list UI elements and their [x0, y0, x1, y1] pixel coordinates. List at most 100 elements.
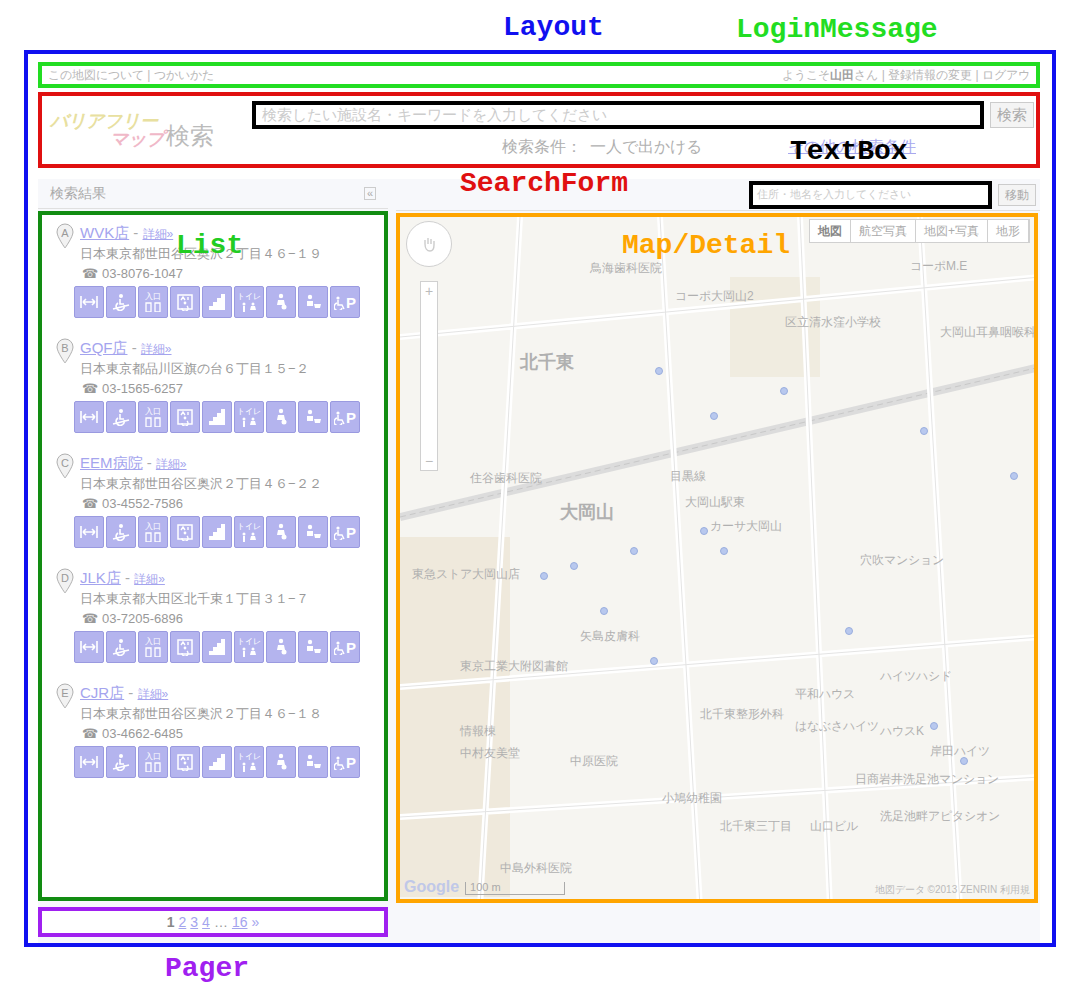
result-item: DJLK店 - 詳細»日本東京都大田区北千束１丁目３１−７☎03-7205-68… — [56, 568, 370, 683]
toilet-icon — [240, 647, 258, 657]
facility-icon: P — [330, 746, 360, 778]
facility-icon — [266, 401, 296, 433]
annotation-list: List — [176, 232, 243, 260]
go-button[interactable]: 移動 — [998, 184, 1036, 206]
pager-page[interactable]: 3 — [190, 912, 198, 933]
map-label: 鳥海歯科医院 — [590, 259, 662, 277]
map-label: 中原医院 — [570, 752, 618, 770]
facility-icon: 入口 — [138, 516, 168, 548]
map-type-button[interactable]: 地形 — [988, 220, 1029, 242]
map-label: 北千東整形外科 — [700, 705, 784, 723]
door-icon — [144, 532, 162, 542]
facility-icons: 入口トイレP — [74, 516, 360, 548]
result-name[interactable]: WVK店 — [80, 224, 129, 241]
result-marker[interactable]: A — [56, 223, 74, 249]
map-panel: 住所・地名を入力してください移動鳥海歯科医院コーポ大岡山2区立清水窪小学校大岡山… — [396, 179, 1040, 943]
facility-icon — [106, 401, 136, 433]
facility-icon — [74, 401, 104, 433]
result-phone: ☎03-1565-6257 — [82, 379, 360, 399]
map-label: 情報棟 — [460, 722, 496, 740]
detail-link[interactable]: 詳細» — [156, 457, 187, 471]
zoom-in-button[interactable]: + — [425, 284, 433, 298]
facility-icon — [106, 286, 136, 318]
facility-icon: 入口 — [138, 401, 168, 433]
width-icon — [80, 408, 98, 426]
map-poi-dot — [650, 657, 658, 665]
search-button[interactable]: 検索 — [990, 102, 1034, 128]
facility-icons: 入口 トイレ P — [74, 746, 360, 778]
facility-icon: 入口 — [138, 746, 168, 778]
pager-next[interactable]: » — [251, 912, 259, 933]
zoom-out-button[interactable]: − — [425, 454, 433, 468]
map-poi-dot — [710, 412, 718, 420]
map-label: 中村友美堂 — [460, 744, 520, 762]
detail-link[interactable]: 詳細» — [143, 227, 174, 241]
width-icon — [80, 293, 98, 311]
facility-icon: P — [330, 401, 360, 433]
facility-icon — [74, 746, 104, 778]
collapse-button[interactable]: « — [364, 187, 376, 200]
sidebar: 検索結果«AWVK店 - 詳細»日本東京都世田谷区奥沢２丁目４６−１９☎03-8… — [38, 179, 388, 943]
toilet-icon — [240, 762, 258, 772]
facility-icon — [298, 746, 328, 778]
map-poi-dot — [930, 722, 938, 730]
map-poi-dot — [540, 572, 548, 580]
elevator-icon — [176, 523, 194, 541]
detail-link[interactable]: 詳細» — [138, 687, 169, 701]
search-condition[interactable]: 一人で出かける — [590, 135, 702, 159]
address-input[interactable]: 住所・地名を入力してください — [749, 181, 992, 209]
result-marker[interactable]: D — [56, 568, 74, 594]
annotation-pager: Pager — [165, 955, 249, 983]
stairs-icon — [208, 753, 226, 771]
map[interactable]: 鳥海歯科医院コーポ大岡山2区立清水窪小学校大岡山耳鼻咽喉科コーポM.E北千東住谷… — [396, 213, 1038, 903]
result-marker[interactable]: B — [56, 338, 74, 364]
toilet-icon — [240, 532, 258, 542]
ramp-icon — [112, 638, 130, 656]
result-item: BGQF店 - 詳細»日本東京都品川区旗の台６丁目１５−２☎03-1565-62… — [56, 338, 370, 453]
ramp-icon — [112, 753, 130, 771]
facility-icon: P — [330, 516, 360, 548]
elevator-icon — [176, 753, 194, 771]
map-type-button[interactable]: 地図+写真 — [916, 220, 988, 242]
map-label: 矢島皮膚科 — [580, 627, 640, 645]
nursery-icon — [272, 638, 290, 656]
stairs-icon — [208, 408, 226, 426]
map-label: 東京工業大附図書館 — [460, 657, 568, 675]
zoom-control[interactable]: +− — [404, 221, 454, 471]
map-label: 区立清水窪小学校 — [785, 313, 881, 331]
facility-icon: トイレ — [234, 746, 264, 778]
pager-page[interactable]: 2 — [179, 912, 187, 933]
page: この地図について | つかいかた ようこそ山田さん | 登録情報の変更 | ログア… — [0, 0, 1087, 996]
result-name[interactable]: EEM病院 — [80, 454, 143, 471]
stairs-icon — [208, 293, 226, 311]
map-type-button[interactable]: 地図 — [810, 220, 851, 242]
result-marker[interactable]: C — [56, 453, 74, 479]
map-label: 北千東 — [520, 349, 574, 376]
result-name[interactable]: JLK店 — [80, 569, 121, 586]
facility-icon — [106, 516, 136, 548]
facility-icon: P — [330, 631, 360, 663]
result-name[interactable]: CJR店 — [80, 684, 124, 701]
search-input[interactable]: 検索したい施設名・キーワードを入力してください — [252, 101, 984, 129]
detail-link[interactable]: 詳細» — [141, 342, 172, 356]
result-name[interactable]: GQF店 — [80, 339, 128, 356]
map-label: 中島外科医院 — [500, 859, 572, 877]
result-marker[interactable]: E — [56, 683, 74, 709]
detail-link[interactable]: 詳細» — [134, 572, 165, 586]
result-item: CEEM病院 - 詳細»日本東京都世田谷区奥沢２丁目４６−２２☎03-4552-… — [56, 453, 370, 568]
facility-icon — [298, 516, 328, 548]
facility-icon: トイレ — [234, 631, 264, 663]
annotation-login-message: LoginMessage — [736, 16, 938, 44]
pager-page[interactable]: 1 — [167, 912, 175, 933]
wheelchair-icon — [334, 641, 346, 655]
map-label: 岸田ハイツ — [930, 742, 990, 760]
pager-page[interactable]: 16 — [232, 912, 248, 933]
wheelchair-icon — [334, 756, 346, 770]
map-type-button[interactable]: 航空写真 — [851, 220, 916, 242]
pan-control[interactable] — [406, 221, 452, 267]
facility-icon: トイレ — [234, 286, 264, 318]
user-links[interactable]: ようこそ山田さん | 登録情報の変更 | ログアウ — [782, 66, 1030, 84]
pager-page[interactable]: 4 — [202, 912, 210, 933]
about-links[interactable]: この地図について | つかいかた — [48, 66, 214, 84]
result-phone: ☎03-4662-6485 — [82, 724, 360, 744]
